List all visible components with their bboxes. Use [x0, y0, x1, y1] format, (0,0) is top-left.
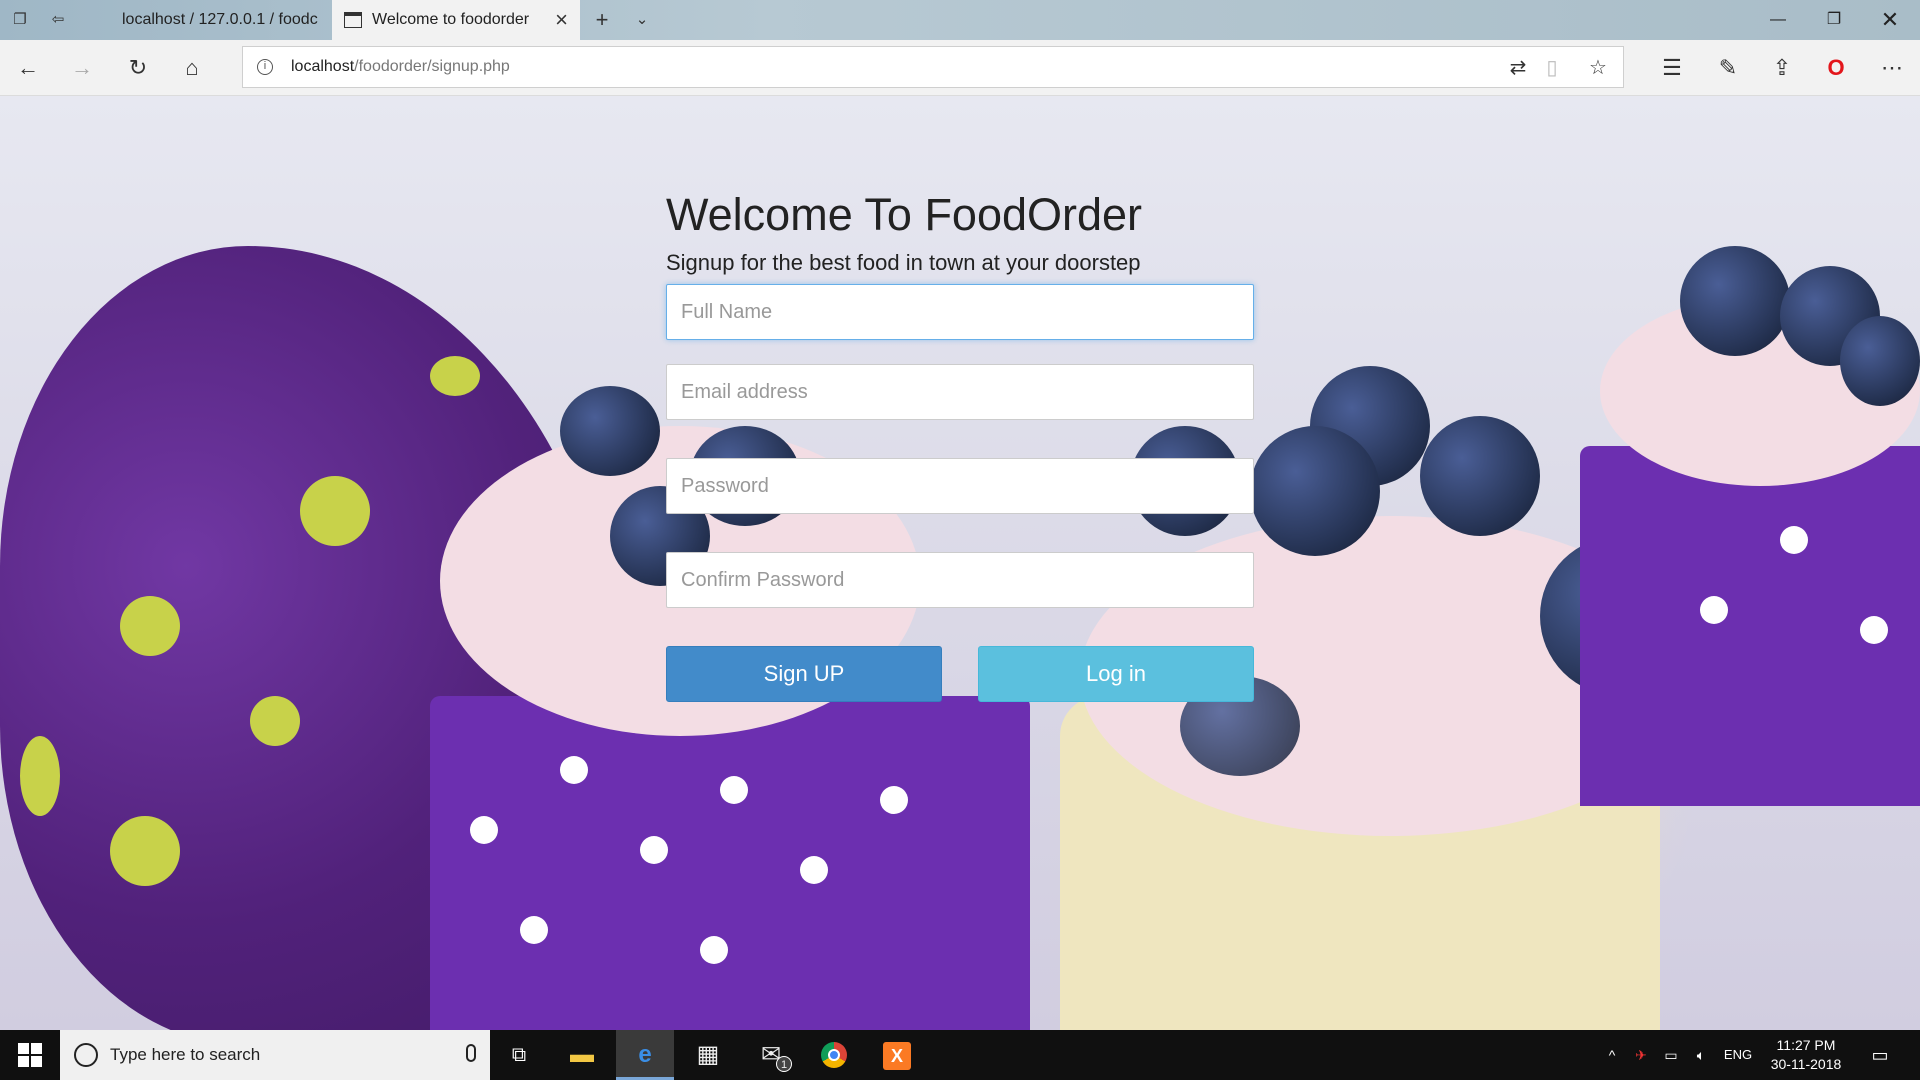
action-center-icon[interactable]: ▭ [1862, 1030, 1898, 1080]
clock-date: 30-11-2018 [1770, 1056, 1842, 1072]
confirm-password-field[interactable] [666, 552, 1254, 608]
login-button[interactable]: Log in [978, 646, 1254, 702]
windows-logo-icon [18, 1043, 42, 1067]
windows-taskbar: Type here to search ⧉ ▬ e ▦ ✉ 1 X ^ ✈ ▭ … [0, 1030, 1920, 1080]
browser-title-bar: ❐ ⇦ localhost / 127.0.0.1 / foodc Welcom… [0, 0, 1920, 40]
mail-icon[interactable]: ✉ 1 [742, 1030, 800, 1080]
task-view-icon[interactable]: ⧉ [490, 1030, 548, 1080]
wrapper-dot [1860, 616, 1888, 644]
cloth-dot [300, 476, 370, 546]
blueberry [1840, 316, 1920, 406]
back-icon[interactable]: ← [12, 52, 44, 84]
wrapper-dot [1780, 526, 1808, 554]
wrapper-dot [470, 816, 498, 844]
blueberry [1420, 416, 1540, 536]
xampp-icon[interactable]: X [868, 1030, 926, 1080]
wrapper-dot [800, 856, 828, 884]
show-hidden-icons[interactable]: ^ [1600, 1030, 1624, 1080]
tab-phpmyadmin[interactable]: localhost / 127.0.0.1 / foodc [82, 0, 332, 40]
page-subtitle: Signup for the best food in town at your… [666, 250, 1141, 275]
network-warning-icon[interactable]: ✈ [1628, 1030, 1654, 1080]
tab-welcome-foodorder[interactable]: Welcome to foodorder × [332, 0, 580, 40]
tab-title: Welcome to foodorder [372, 11, 530, 28]
url-text[interactable]: localhost/foodorder/signup.php [291, 58, 510, 76]
tab-title: localhost / 127.0.0.1 / foodc [122, 11, 318, 28]
store-icon[interactable]: ▦ [679, 1030, 737, 1080]
file-explorer-icon[interactable]: ▬ [553, 1030, 611, 1080]
system-clock[interactable]: 11:27 PM 30-11-2018 [1758, 1036, 1854, 1074]
reading-view-icon[interactable]: ▯ [1539, 55, 1565, 81]
page-title: Welcome To FoodOrder [666, 189, 1143, 240]
address-bar[interactable]: i localhost/foodorder/signup.php ⇄ ▯ ☆ [242, 46, 1624, 88]
edge-browser-icon[interactable]: e [616, 1030, 674, 1080]
home-icon[interactable]: ⌂ [176, 52, 208, 84]
signup-page: Welcome To FoodOrder Signup for the best… [0, 96, 1920, 1030]
cortana-icon [74, 1043, 98, 1067]
web-note-icon[interactable]: ✎ [1712, 52, 1744, 84]
tab-actions-icon[interactable]: ❐ [8, 8, 32, 32]
search-placeholder: Type here to search [110, 1045, 261, 1064]
url-path: /foodorder/signup.php [354, 58, 510, 75]
favorites-hub-icon[interactable]: ☰ [1656, 52, 1688, 84]
clock-time: 11:27 PM [1776, 1037, 1836, 1053]
new-tab-icon[interactable]: + [590, 8, 614, 32]
password-field[interactable] [666, 458, 1254, 514]
close-window-button[interactable]: ✕ [1862, 0, 1918, 40]
minimize-button[interactable]: — [1750, 0, 1806, 40]
browser-nav-bar: ← → ↻ ⌂ i localhost/foodorder/signup.php… [0, 40, 1920, 96]
forward-icon[interactable]: → [66, 52, 98, 84]
translate-icon[interactable]: ⇄ [1505, 55, 1531, 81]
close-tab-icon[interactable]: × [555, 0, 568, 40]
cloth-dot [110, 816, 180, 886]
refresh-icon[interactable]: ↻ [122, 52, 154, 84]
favorite-star-icon[interactable]: ☆ [1585, 55, 1611, 81]
cupcake-wrapper-left [430, 696, 1030, 1030]
blueberry [560, 386, 660, 476]
wrapper-dot [700, 936, 728, 964]
mail-badge: 1 [776, 1056, 792, 1072]
full-name-field[interactable] [666, 284, 1254, 340]
wrapper-dot [520, 916, 548, 944]
wrapper-dot [560, 756, 588, 784]
email-field[interactable] [666, 364, 1254, 420]
cloth-dot [20, 736, 60, 816]
chrome-icon[interactable] [805, 1030, 863, 1080]
more-options-icon[interactable]: ⋯ [1876, 52, 1908, 84]
wrapper-dot [1700, 596, 1728, 624]
taskbar-search-box[interactable]: Type here to search [60, 1030, 490, 1080]
tab-preview-chevron-icon[interactable]: ⌄ [630, 8, 654, 32]
wrapper-dot [720, 776, 748, 804]
blueberry [1680, 246, 1790, 356]
opera-extension-icon[interactable]: O [1820, 52, 1852, 84]
form-actions: Sign UP Log in [666, 646, 1254, 702]
site-info-icon[interactable]: i [257, 59, 273, 75]
wrapper-dot [640, 836, 668, 864]
blueberry [1250, 426, 1380, 556]
language-indicator[interactable]: ENG [1720, 1030, 1756, 1080]
microphone-icon[interactable] [466, 1044, 476, 1062]
battery-icon[interactable]: ▭ [1658, 1030, 1684, 1080]
set-tabs-aside-icon[interactable]: ⇦ [46, 8, 70, 32]
wrapper-dot [880, 786, 908, 814]
restore-button[interactable]: ❐ [1806, 0, 1862, 40]
url-host: localhost [291, 58, 355, 75]
signup-form: Welcome To FoodOrder Signup for the best… [666, 188, 1254, 702]
signup-button[interactable]: Sign UP [666, 646, 942, 702]
share-icon[interactable]: ⇪ [1766, 52, 1798, 84]
page-icon [344, 12, 362, 28]
start-button[interactable] [0, 1030, 60, 1080]
cloth-dot [250, 696, 300, 746]
cloth-dot [120, 596, 180, 656]
cloth-dot [430, 356, 480, 396]
volume-icon[interactable]: 🔈︎ [1688, 1030, 1714, 1080]
